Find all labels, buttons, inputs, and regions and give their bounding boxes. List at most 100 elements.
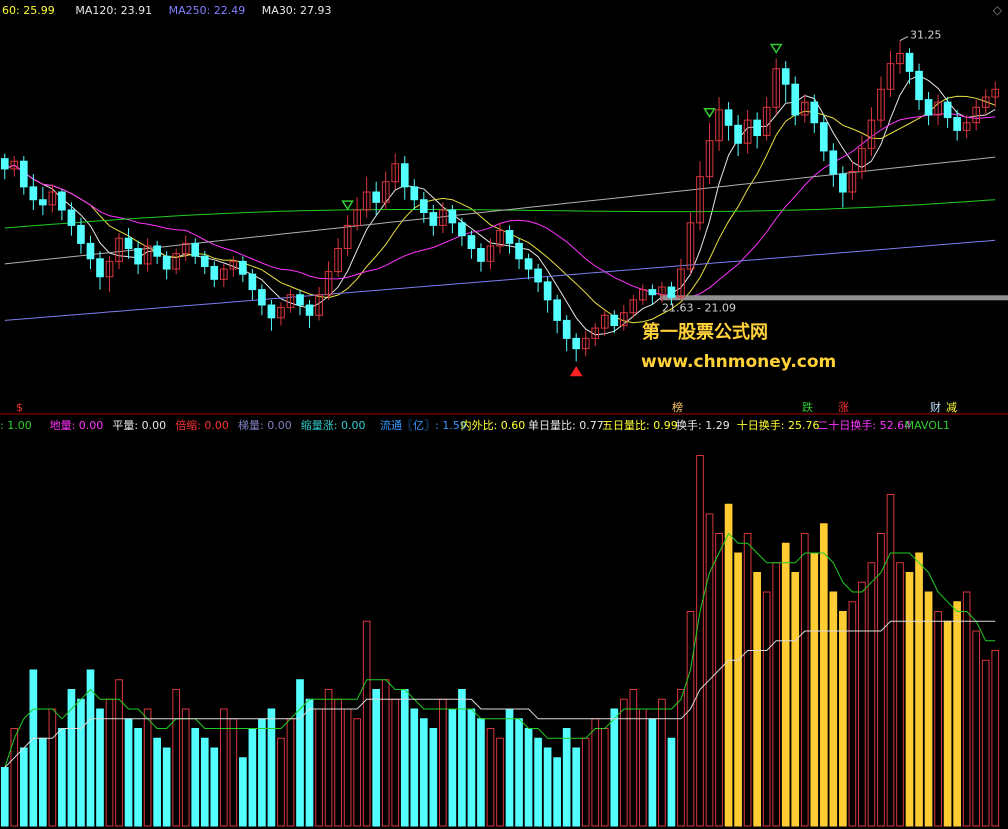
candle	[581, 330, 590, 357]
volume-bar	[391, 698, 400, 827]
candle-body	[448, 209, 457, 224]
volume-bar	[639, 708, 647, 827]
candle	[191, 238, 200, 264]
volume-bar	[924, 591, 933, 827]
candle	[58, 189, 66, 221]
candle	[134, 240, 142, 275]
volume-legend-left-item-3: 倍缩: 0.00	[175, 418, 229, 432]
support-label: 21.63 - 21.09	[662, 301, 736, 314]
volume-bar	[981, 659, 990, 827]
volume-bar	[305, 698, 314, 827]
candle-body	[239, 260, 247, 275]
volume-bar	[905, 572, 914, 827]
volume-bar	[10, 728, 19, 827]
candle	[477, 243, 485, 272]
candle	[353, 197, 361, 231]
volume-legend-right-item-1: 内外比: 0.60	[461, 418, 526, 432]
volume-bar	[353, 718, 361, 827]
volume-bar	[172, 689, 181, 827]
volume-legend-right-item-5: 十日换手: 25.76	[737, 418, 820, 432]
volume-bar	[58, 728, 66, 827]
candle	[286, 289, 295, 313]
volume-bar	[829, 591, 838, 827]
candle	[0, 153, 9, 180]
candle	[781, 61, 790, 103]
price-pane[interactable]: 21.63 - 21.09 31.25	[0, 29, 1008, 377]
volume-pane[interactable]	[0, 455, 1000, 827]
event-marker-5: 减	[946, 401, 957, 414]
candle	[181, 235, 190, 262]
volume-bar	[429, 728, 438, 827]
candle-body	[39, 199, 47, 206]
candle	[48, 184, 57, 213]
candle	[258, 284, 266, 316]
candle	[534, 263, 542, 293]
candle	[296, 289, 304, 316]
top-legend: 60: 25.99 MA120: 23.91 MA250: 22.49 MA30: 2…	[2, 4, 332, 17]
volume-bar	[29, 669, 38, 827]
candle	[496, 222, 504, 254]
volume-bar	[134, 728, 142, 827]
candle-body	[372, 191, 381, 203]
volume-bar	[277, 737, 285, 827]
candle	[924, 91, 933, 126]
volume-bar	[296, 679, 304, 827]
candle	[915, 63, 923, 110]
volume-bar	[819, 523, 828, 827]
volume-bar	[96, 708, 104, 827]
volume-bar	[667, 737, 676, 827]
volume-legend-left-item-2: 平量: 0.00	[112, 419, 166, 432]
candle-body	[781, 68, 790, 85]
stock-chart-window: 60: 25.99 MA120: 23.91 MA250: 22.49 MA30: 2…	[0, 0, 1008, 829]
candle-body	[734, 124, 742, 144]
volume-bar	[191, 728, 200, 827]
volume-bar	[210, 747, 219, 827]
candle-body	[724, 109, 733, 126]
candle-body	[429, 212, 438, 226]
top-legend-item-1: MA120: 23.91	[75, 4, 152, 17]
volume-bar	[677, 689, 685, 827]
candle-body	[572, 337, 581, 350]
volume-bar	[962, 591, 971, 827]
candle-body	[467, 235, 476, 250]
volume-bar	[591, 718, 600, 827]
candle-body	[648, 289, 657, 296]
sell-signal-icon	[769, 43, 783, 54]
sell-signal-icon	[341, 200, 354, 211]
volume-bar	[562, 728, 571, 827]
volume-bar	[858, 581, 866, 827]
candle-body	[19, 160, 28, 188]
volume-legend-left-item-0: : 1.00	[0, 419, 32, 432]
volume-bar	[439, 698, 447, 827]
volume-bar	[19, 747, 28, 827]
volume-bar	[124, 718, 133, 827]
candle	[458, 217, 466, 246]
diamond-icon[interactable]: ◇	[993, 3, 1002, 17]
candle-body	[191, 242, 200, 257]
volume-bar	[419, 718, 428, 827]
volume-bar	[381, 679, 390, 827]
volume-bar	[410, 708, 419, 827]
candle-body	[791, 83, 800, 116]
volume-bar	[581, 737, 590, 827]
candle	[124, 227, 133, 259]
candle	[315, 287, 323, 321]
volume-bar	[848, 601, 857, 827]
candle	[381, 171, 390, 210]
volume-bar	[610, 708, 619, 827]
candle	[67, 202, 76, 236]
volume-bar	[934, 611, 942, 827]
candle	[400, 156, 409, 200]
volume-bar	[553, 757, 561, 827]
candle-body	[296, 294, 304, 306]
candle	[934, 94, 942, 126]
volume-bar	[543, 747, 552, 827]
volume-bar	[48, 708, 57, 827]
volume-legend-right-item-4: 换手: 1.29	[676, 418, 730, 432]
candle-body	[419, 199, 428, 214]
candle	[677, 258, 685, 300]
top-legend-item-0: 60: 25.99	[2, 4, 55, 17]
candle	[543, 276, 552, 313]
volume-bar	[486, 728, 495, 827]
sell-signal-icon	[703, 107, 716, 119]
